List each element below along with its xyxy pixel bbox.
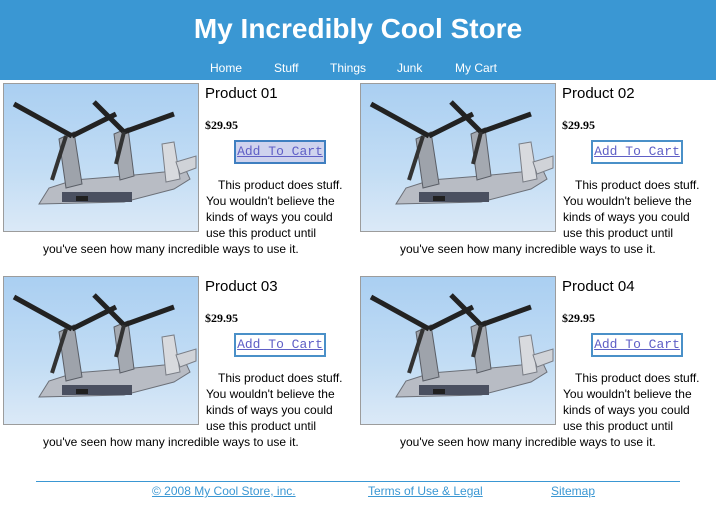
aircraft-part bbox=[58, 131, 83, 189]
product-image[interactable] bbox=[360, 83, 556, 232]
description-line: kinds of ways you could bbox=[206, 210, 333, 224]
product-card: Product 01 $29.95 Add To Cart This produ… bbox=[3, 83, 359, 263]
add-to-cart-button[interactable]: Add To Cart bbox=[591, 140, 683, 164]
aircraft-part bbox=[92, 293, 126, 327]
sitemap-link[interactable]: Sitemap bbox=[551, 484, 595, 498]
description-line: This product does stuff. bbox=[218, 178, 343, 192]
product-price: $29.95 bbox=[562, 311, 595, 325]
nav-things[interactable]: Things bbox=[330, 61, 366, 75]
aircraft-part bbox=[419, 385, 489, 395]
product-image[interactable] bbox=[3, 276, 199, 425]
description-line: You wouldn't believe the bbox=[563, 194, 692, 208]
product-card: Product 03 $29.95 Add To Cart This produ… bbox=[3, 276, 359, 456]
product-name[interactable]: Product 03 bbox=[205, 278, 278, 295]
aircraft-illustration bbox=[369, 100, 554, 205]
aircraft-illustration bbox=[12, 100, 197, 205]
aircraft-part bbox=[62, 192, 132, 202]
nav-my-cart[interactable]: My Cart bbox=[455, 61, 497, 75]
description-line: kinds of ways you could bbox=[563, 403, 690, 417]
footer-divider bbox=[36, 481, 680, 482]
aircraft-part bbox=[532, 348, 554, 368]
aircraft-illustration bbox=[369, 293, 554, 398]
aircraft-part bbox=[58, 324, 83, 382]
nav-stuff[interactable]: Stuff bbox=[274, 61, 298, 75]
nav-junk[interactable]: Junk bbox=[397, 61, 422, 75]
aircraft-part bbox=[369, 294, 431, 332]
description-line: you've seen how many incredible ways to … bbox=[43, 242, 299, 256]
product-name[interactable]: Product 01 bbox=[205, 85, 278, 102]
description-line: use this product until bbox=[206, 419, 317, 433]
description-line: you've seen how many incredible ways to … bbox=[400, 435, 656, 449]
add-to-cart-button[interactable]: Add To Cart bbox=[591, 333, 683, 357]
aircraft-part bbox=[62, 385, 132, 395]
description-line: use this product until bbox=[563, 419, 674, 433]
site-header: My Incredibly Cool Store Home Stuff Thin… bbox=[0, 0, 716, 80]
description-line: use this product until bbox=[206, 226, 317, 240]
add-to-cart-button[interactable]: Add To Cart bbox=[234, 333, 326, 357]
aircraft-part bbox=[92, 100, 126, 134]
aircraft-part bbox=[415, 131, 440, 189]
aircraft-part bbox=[415, 324, 440, 382]
product-card: Product 04 $29.95 Add To Cart This produ… bbox=[360, 276, 716, 456]
description-line: you've seen how many incredible ways to … bbox=[43, 435, 299, 449]
description-line: This product does stuff. bbox=[575, 178, 700, 192]
description-line: use this product until bbox=[563, 226, 674, 240]
aircraft-part bbox=[12, 294, 74, 332]
aircraft-part bbox=[123, 304, 175, 328]
aircraft-part bbox=[123, 111, 175, 135]
nav-home[interactable]: Home bbox=[210, 61, 242, 75]
description-line: kinds of ways you could bbox=[206, 403, 333, 417]
aircraft-part bbox=[433, 196, 445, 201]
product-price: $29.95 bbox=[562, 118, 595, 132]
aircraft-part bbox=[175, 348, 197, 368]
description-line: This product does stuff. bbox=[218, 371, 343, 385]
product-name[interactable]: Product 02 bbox=[562, 85, 635, 102]
aircraft-part bbox=[175, 155, 197, 175]
product-name[interactable]: Product 04 bbox=[562, 278, 635, 295]
description-line: You wouldn't believe the bbox=[206, 194, 335, 208]
aircraft-part bbox=[480, 304, 532, 328]
description-line: You wouldn't believe the bbox=[563, 387, 692, 401]
aircraft-part bbox=[76, 196, 88, 201]
product-price: $29.95 bbox=[205, 311, 238, 325]
aircraft-part bbox=[449, 293, 483, 327]
aircraft-illustration bbox=[12, 293, 197, 398]
aircraft-part bbox=[480, 111, 532, 135]
product-image[interactable] bbox=[3, 83, 199, 232]
aircraft-part bbox=[419, 192, 489, 202]
site-title: My Incredibly Cool Store bbox=[193, 13, 523, 44]
aircraft-part bbox=[12, 101, 74, 139]
add-to-cart-button[interactable]: Add To Cart bbox=[234, 140, 326, 164]
aircraft-part bbox=[369, 101, 431, 139]
terms-link[interactable]: Terms of Use & Legal bbox=[368, 484, 483, 498]
aircraft-part bbox=[449, 100, 483, 134]
description-line: This product does stuff. bbox=[575, 371, 700, 385]
aircraft-part bbox=[433, 389, 445, 394]
description-line: you've seen how many incredible ways to … bbox=[400, 242, 656, 256]
aircraft-part bbox=[76, 389, 88, 394]
description-line: You wouldn't believe the bbox=[206, 387, 335, 401]
aircraft-part bbox=[532, 155, 554, 175]
main-nav: Home Stuff Things Junk My Cart bbox=[0, 61, 716, 79]
product-price: $29.95 bbox=[205, 118, 238, 132]
copyright-link[interactable]: © 2008 My Cool Store, inc. bbox=[152, 484, 296, 498]
product-image[interactable] bbox=[360, 276, 556, 425]
product-card: Product 02 $29.95 Add To Cart This produ… bbox=[360, 83, 716, 263]
description-line: kinds of ways you could bbox=[563, 210, 690, 224]
